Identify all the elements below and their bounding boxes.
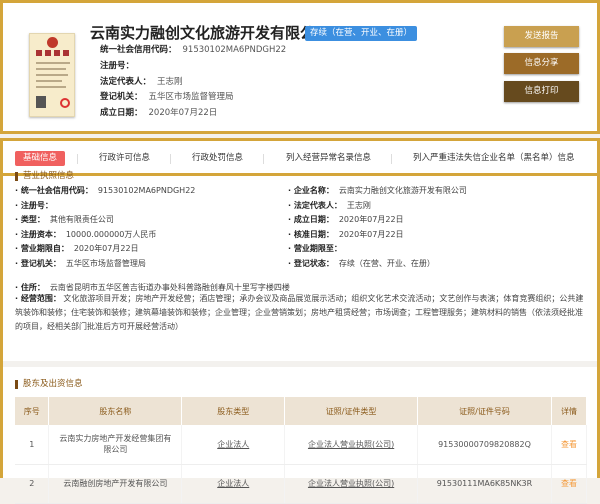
cert-no: 91530000709820882Q (417, 425, 552, 465)
print-button[interactable]: 信息打印 (504, 81, 579, 102)
col-header-type: 股东类型 (181, 397, 286, 425)
shareholder-type: 企业法人 (181, 464, 286, 504)
license-field-right-5: · 登记状态： 存续（在营、开业、在册） (288, 258, 435, 268)
license-field-left-4: · 营业期限自： 2020年07月22日 (15, 244, 139, 253)
tab-basic-info[interactable]: 基础信息 (15, 151, 66, 166)
license-field-right-3: · 核准日期： 2020年07月22日 (288, 229, 404, 239)
credit-code-field: 统一社会信用代码： 91530102MA6PNDGH22 (100, 45, 287, 55)
section-divider (3, 361, 597, 367)
founded-field: 成立日期： 2020年07月22日 (100, 108, 218, 118)
shareholder-table: 序号 股东名称 股东类型 证照/证件类型 证照/证件号码 详情 1 云南实力房地产… (15, 397, 588, 504)
table-row: 2 云南融创房地产开发有限公司 企业法人 企业法人营业执照(公司) 91530111MA… (15, 464, 588, 504)
cert-no: 91530111MA6K85NK3R (417, 464, 552, 504)
authority-field: 登记机关： 五华区市场监督管理局 (100, 92, 234, 102)
license-field-right-1: · 法定代表人： 王志刚 (288, 200, 371, 210)
cert-type: 企业法人营业执照(公司) (284, 425, 418, 465)
view-detail-link[interactable]: 查看 (551, 425, 588, 465)
business-scope-field: · 经营范围： 文化旅游项目开发；房地产开发经营；酒店管理；承办会议及商品展览展… (15, 294, 584, 331)
tab-abnormal-list[interactable]: 列入经营异常名录信息 (286, 151, 371, 166)
status-badge: 存续（在营、开业、在册） (305, 26, 418, 41)
col-header-cert-type: 证照/证件类型 (284, 397, 418, 425)
tab-admin-penalty[interactable]: 行政处罚信息 (192, 151, 243, 166)
cert-type: 企业法人营业执照(公司) (284, 464, 418, 504)
license-field-left-3: · 注册资本： 10000.000000万人民币 (15, 229, 157, 239)
license-field-left-5: · 登记机关： 五华区市场监督管理局 (15, 258, 146, 268)
col-header-name: 股东名称 (48, 397, 183, 425)
tab-admin-license[interactable]: 行政许可信息 (99, 151, 150, 166)
col-header-no: 序号 (15, 397, 50, 425)
tab-bar: 基础信息 行政许可信息 行政处罚信息 列入经营异常名录信息 列入严重违法失信企业… (3, 141, 597, 176)
license-field-right-0: · 企业名称： 云南实力融创文化旅游开发有限公司 (288, 186, 467, 195)
license-field-right-4: · 营业期限至： (288, 244, 342, 253)
send-report-button[interactable]: 发送报告 (504, 26, 579, 47)
legal-rep-field: 法定代表人： 王志刚 (100, 77, 183, 87)
tab-blacklist[interactable]: 列入严重违法失信企业名单（黑名单）信息 (413, 151, 575, 166)
license-field-left-2: · 类型： 其他有限责任公司 (15, 215, 114, 224)
business-license-image (29, 33, 75, 117)
detail-card: 基础信息 行政许可信息 行政处罚信息 列入经营异常名录信息 列入严重违法失信企业… (0, 138, 600, 504)
row-no: 1 (15, 425, 50, 465)
view-detail-link[interactable]: 查看 (551, 464, 588, 504)
license-field-right-2: · 成立日期： 2020年07月22日 (288, 215, 404, 224)
company-header-card: 云南实力融创文化旅游开发有限公司 存续（在营、开业、在册） 统一社会信用代码： 9… (0, 0, 600, 134)
license-section-title: 营业执照信息 (15, 172, 74, 181)
col-header-detail: 详情 (551, 397, 588, 425)
shareholder-section-title: 股东及出资信息 (15, 380, 83, 389)
reg-no-field: 注册号： (100, 61, 135, 71)
table-row: 1 云南实力房地产开发经营集团有限公司 企业法人 企业法人营业执照(公司) 915300… (15, 425, 588, 465)
share-button[interactable]: 信息分享 (504, 53, 579, 74)
shareholder-type: 企业法人 (181, 425, 286, 465)
row-no: 2 (15, 464, 50, 504)
company-name: 云南实力融创文化旅游开发有限公司 (90, 24, 331, 42)
shareholder-name: 云南实力房地产开发经营集团有限公司 (48, 425, 183, 465)
license-field-left-1: · 注册号： (15, 200, 53, 210)
shareholder-name: 云南融创房地产开发有限公司 (48, 464, 183, 504)
license-field-left-0: · 统一社会信用代码： 91530102MA6PNDGH22 (15, 186, 196, 195)
col-header-cert-no: 证照/证件号码 (417, 397, 552, 425)
